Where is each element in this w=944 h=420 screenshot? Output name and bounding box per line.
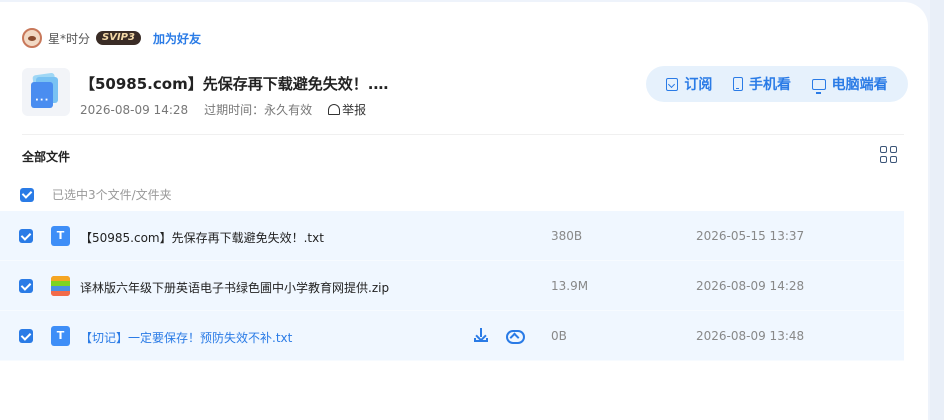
report-link[interactable]: 举报 (328, 101, 366, 118)
file-list: T 【50985.com】先保存再下载避免失效！.txt 380B 2026-0… (0, 211, 904, 361)
report-icon (328, 104, 341, 115)
share-title: 【50985.com】先保存再下载避免失效！.… (80, 75, 389, 93)
add-friend-link[interactable]: 加为好友 (153, 30, 201, 47)
phone-icon (732, 77, 743, 91)
pc-view-button[interactable]: 电脑端看 (811, 74, 888, 94)
report-label: 举报 (342, 103, 367, 117)
zip-file-icon (51, 276, 70, 296)
file-date: 2026-08-09 13:48 (696, 329, 805, 343)
download-icon[interactable] (473, 327, 489, 343)
mobile-view-button[interactable]: 手机看 (732, 74, 791, 94)
file-size: 380B (551, 229, 583, 243)
txt-file-icon: T (51, 326, 70, 346)
share-meta: 2026-08-09 14:28 过期时间：永久有效 举报 (80, 101, 366, 118)
share-date: 2026-08-09 14:28 (80, 102, 189, 117)
subscribe-button[interactable]: 订阅 (666, 74, 712, 94)
file-date: 2026-05-15 13:37 (696, 229, 805, 243)
file-checkbox[interactable] (19, 279, 33, 293)
txt-file-icon: T (51, 226, 70, 246)
file-checkbox[interactable] (19, 229, 33, 243)
select-all-checkbox[interactable] (20, 187, 34, 202)
bookmark-icon (666, 77, 679, 91)
svip-badge: SVIP3 (96, 31, 141, 45)
avatar[interactable] (22, 28, 42, 48)
all-files-title: 全部文件 (22, 150, 71, 164)
monitor-icon (811, 78, 826, 94)
file-size: 0B (551, 329, 567, 343)
file-checkbox[interactable] (19, 329, 33, 343)
sharer-info: 星*时分 SVIP3 加为好友 (22, 28, 201, 48)
grid-view-icon[interactable] (880, 146, 898, 164)
pc-view-label: 电脑端看 (831, 77, 888, 93)
save-to-cloud-icon[interactable] (505, 327, 525, 344)
file-size: 13.9M (551, 279, 589, 293)
share-folder-icon: ··· (22, 68, 70, 116)
sharer-name[interactable]: 星*时分 (48, 30, 90, 47)
file-name[interactable]: 【切记】一定要保存！预防失效不补.txt (80, 329, 292, 346)
file-name[interactable]: 译林版六年级下册英语电子书绿色圃中小学教育网提供.zip (80, 279, 389, 296)
subscribe-label: 订阅 (684, 77, 713, 93)
share-expire: 过期时间：永久有效 (204, 103, 313, 117)
share-actions: 订阅 手机看 电脑端看 (646, 66, 908, 102)
file-row[interactable]: T 【切记】一定要保存！预防失效不补.txt 0B 2026-08-09 13:… (0, 311, 904, 361)
file-row[interactable]: 译林版六年级下册英语电子书绿色圃中小学教育网提供.zip 13.9M 2026-… (0, 261, 904, 311)
file-date: 2026-08-09 14:28 (696, 279, 805, 293)
right-panel-edge (930, 0, 944, 420)
select-all-row: 已选中3个文件/文件夹 (20, 186, 172, 203)
file-name[interactable]: 【50985.com】先保存再下载避免失效！.txt (80, 229, 324, 246)
mobile-view-label: 手机看 (748, 77, 791, 93)
divider (22, 134, 904, 135)
selected-count-text: 已选中3个文件/文件夹 (52, 188, 172, 202)
file-row[interactable]: T 【50985.com】先保存再下载避免失效！.txt 380B 2026-0… (0, 211, 904, 261)
